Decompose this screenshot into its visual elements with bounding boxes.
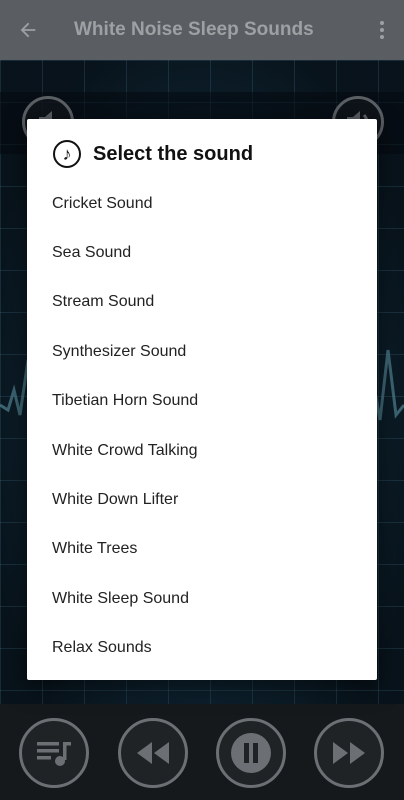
sound-item-white-crowd-talking[interactable]: White Crowd Talking (27, 426, 377, 475)
sound-item-white-down-lifter[interactable]: White Down Lifter (27, 475, 377, 524)
sound-list: Cricket Sound Sea Sound Stream Sound Syn… (27, 179, 377, 673)
sound-item-white-sleep[interactable]: White Sleep Sound (27, 574, 377, 623)
music-note-icon: ♪ (53, 140, 81, 168)
sound-item-synthesizer[interactable]: Synthesizer Sound (27, 327, 377, 376)
select-sound-dialog: ♪ Select the sound Cricket Sound Sea Sou… (27, 119, 377, 680)
sound-item-relax[interactable]: Relax Sounds (27, 624, 377, 673)
sound-item-cricket[interactable]: Cricket Sound (27, 179, 377, 228)
sound-item-tibetian-horn[interactable]: Tibetian Horn Sound (27, 377, 377, 426)
dialog-title: Select the sound (93, 142, 254, 165)
sound-item-sea[interactable]: Sea Sound (27, 228, 377, 277)
sound-item-stream[interactable]: Stream Sound (27, 278, 377, 327)
sound-item-white-trees[interactable]: White Trees (27, 525, 377, 574)
